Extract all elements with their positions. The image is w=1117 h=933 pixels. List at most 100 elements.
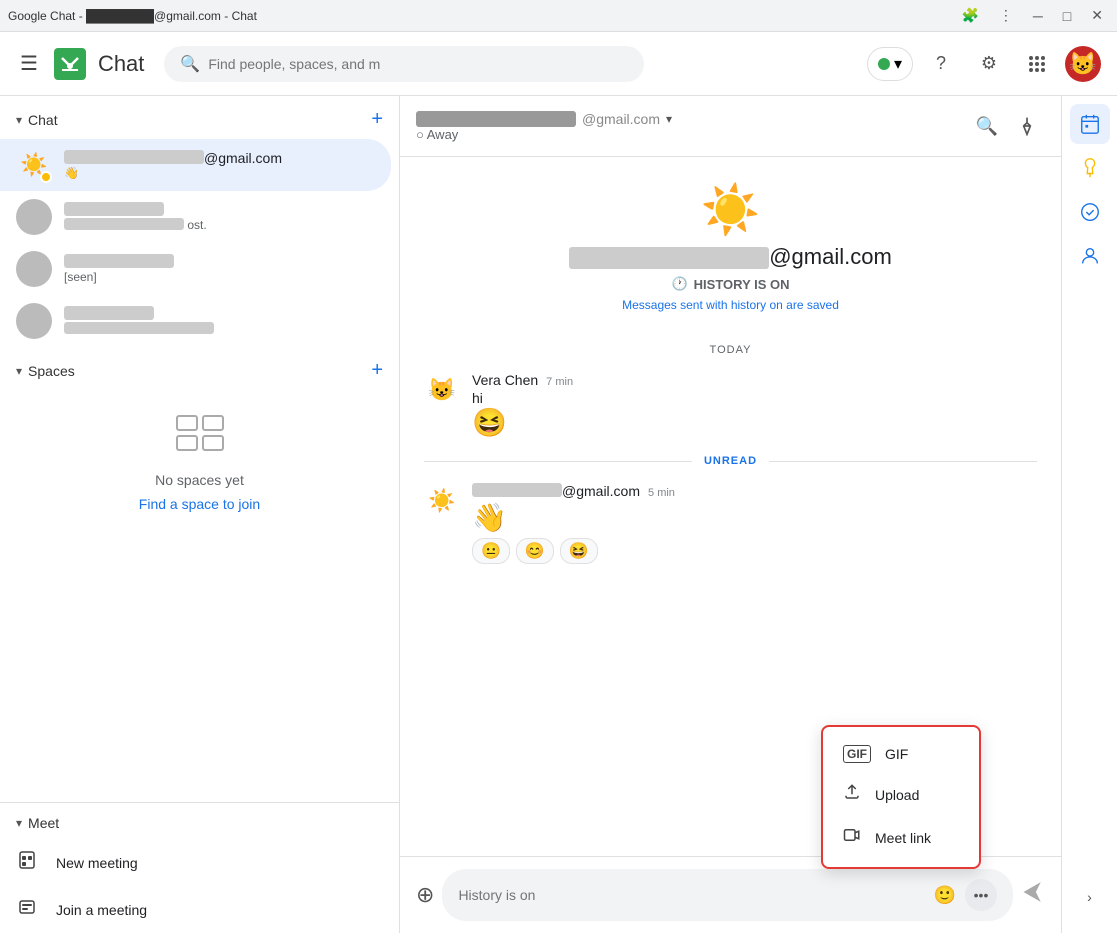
chat-item-preview	[64, 322, 375, 336]
chat-item-name: @gmail.com	[64, 150, 375, 166]
chat-item-avatar: ☀️	[16, 147, 52, 183]
chat-section-header[interactable]: ▾ Chat +	[0, 96, 399, 139]
join-meeting-label: Join a meeting	[56, 902, 147, 918]
meet-link-menu-item[interactable]: Meet link	[823, 816, 979, 859]
message-meta: Vera Chen 7 min	[472, 372, 1037, 388]
hamburger-menu-button[interactable]: ☰	[16, 47, 42, 80]
help-button[interactable]: ?	[921, 44, 961, 84]
more-options-button[interactable]: •••	[965, 879, 997, 911]
calendar-sidebar-button[interactable]	[1070, 104, 1110, 144]
emoji-button[interactable]: 🙂	[929, 879, 961, 911]
message-timestamp: 5 min	[648, 487, 675, 499]
chat-panel: @gmail.com ▾ ○ Away 🔍 ☀️ @gmail.com	[400, 96, 1061, 933]
chat-item-info: @gmail.com 👋	[64, 150, 375, 180]
titlebar: Google Chat - ████████@gmail.com - Chat …	[0, 0, 1117, 32]
chat-item-info: ost.	[64, 202, 375, 232]
sidebar: ▾ Chat + ☀️ @gmail.com 👋	[0, 96, 400, 933]
reaction-pill[interactable]: 😊	[516, 538, 554, 564]
settings-button[interactable]: ⚙	[969, 44, 1009, 84]
reaction-pill[interactable]: 😐	[472, 538, 510, 564]
chat-item-preview: ost.	[64, 218, 375, 232]
maximize-button[interactable]: □	[1057, 6, 1077, 26]
tasks-sidebar-button[interactable]	[1070, 192, 1110, 232]
reaction-pill[interactable]: 😆	[560, 538, 598, 564]
search-input[interactable]	[208, 56, 628, 72]
search-icon: 🔍	[180, 54, 200, 74]
chat-item-name	[64, 306, 375, 322]
chat-pin-button[interactable]	[1009, 108, 1045, 144]
titlebar-title: Google Chat - ████████@gmail.com - Chat	[8, 9, 257, 23]
chat-input-box: 🙂 •••	[442, 869, 1013, 921]
message-row: 😺 Vera Chen 7 min hi 😆	[424, 372, 1037, 439]
right-sidebar: ›	[1061, 96, 1117, 933]
meet-section-title: ▾ Meet	[16, 815, 59, 831]
puzzle-icon[interactable]: 🧩	[955, 5, 984, 26]
add-chat-button[interactable]: +	[371, 108, 383, 131]
upload-icon	[843, 783, 861, 806]
chat-item-info: [seen]	[64, 254, 375, 284]
meet-section-label: Meet	[28, 815, 59, 831]
meet-link-icon	[843, 826, 861, 849]
spaces-section: ▾ Spaces + No spaces yet Find a space to…	[0, 347, 399, 536]
history-subtext: Messages sent with history on are saved	[622, 298, 839, 312]
add-space-button[interactable]: +	[371, 359, 383, 382]
message-avatar: ☀️	[424, 483, 460, 519]
chat-search-button[interactable]: 🔍	[969, 108, 1005, 144]
status-button[interactable]: ▾	[867, 47, 913, 81]
join-meeting-item[interactable]: Join a meeting	[0, 886, 399, 933]
no-spaces-icon	[175, 414, 225, 464]
upload-menu-item[interactable]: Upload	[823, 773, 979, 816]
chat-status-label: ○ Away	[416, 127, 961, 142]
no-spaces-text: No spaces yet	[155, 472, 244, 488]
chat-header-name: @gmail.com ▾	[416, 111, 961, 127]
menu-icon[interactable]: ⋮	[993, 5, 1019, 26]
chat-header: @gmail.com ▾ ○ Away 🔍	[400, 96, 1061, 157]
message-avatar: 😺	[424, 372, 460, 408]
message-text: hi	[472, 390, 1037, 406]
spaces-section-header[interactable]: ▾ Spaces +	[0, 347, 399, 390]
input-actions: 🙂 •••	[929, 879, 997, 911]
chat-item[interactable]: ☀️ @gmail.com 👋	[0, 139, 391, 191]
keep-sidebar-button[interactable]	[1070, 148, 1110, 188]
chat-item-name	[64, 254, 375, 270]
message-input[interactable]	[458, 887, 929, 903]
search-bar[interactable]: 🔍	[164, 46, 644, 82]
chat-item-info	[64, 306, 375, 336]
close-button[interactable]: ✕	[1085, 5, 1109, 26]
chat-item[interactable]	[0, 295, 391, 347]
chat-item-preview: [seen]	[64, 270, 375, 284]
expand-right-button[interactable]: ›	[1070, 877, 1110, 917]
chat-item[interactable]: ost.	[0, 191, 391, 243]
user-avatar[interactable]: 😺	[1065, 46, 1101, 82]
unread-label: UNREAD	[704, 455, 757, 467]
new-meeting-label: New meeting	[56, 855, 138, 871]
today-divider: TODAY	[424, 344, 1037, 356]
no-spaces-panel: No spaces yet Find a space to join	[0, 390, 399, 536]
message-sender-name: @gmail.com	[472, 483, 640, 499]
message-timestamp: 7 min	[546, 376, 573, 388]
gif-menu-item[interactable]: GIF GIF	[823, 735, 979, 773]
spaces-section-label: Spaces	[28, 363, 75, 379]
titlebar-controls: 🧩 ⋮ ─ □ ✕	[955, 5, 1109, 26]
input-add-button[interactable]: ⊕	[416, 882, 434, 908]
header-actions: ▾ ? ⚙ 😺	[867, 44, 1101, 84]
avatar-emoji: 😺	[1069, 51, 1096, 77]
send-button[interactable]	[1021, 880, 1045, 910]
meet-section-header[interactable]: ▾ Meet	[0, 803, 399, 839]
new-meeting-item[interactable]: New meeting	[0, 839, 399, 886]
history-label: HISTORY IS ON	[694, 277, 790, 292]
chat-section-label: Chat	[28, 112, 58, 128]
chat-section-title: ▾ Chat	[16, 112, 58, 128]
upload-label: Upload	[875, 787, 919, 803]
chat-item-preview: 👋	[64, 166, 375, 180]
reaction-bar: 😐 😊 😆	[472, 538, 1037, 564]
chat-item[interactable]: [seen]	[0, 243, 391, 295]
message-sender-name: Vera Chen	[472, 372, 538, 388]
account-sidebar-button[interactable]	[1070, 236, 1110, 276]
message-content: Vera Chen 7 min hi 😆	[472, 372, 1037, 439]
gif-label: GIF	[885, 746, 908, 762]
chat-header-dropdown-icon[interactable]: ▾	[666, 112, 672, 126]
minimize-button[interactable]: ─	[1027, 6, 1049, 26]
apps-button[interactable]	[1017, 44, 1057, 84]
find-space-link[interactable]: Find a space to join	[139, 496, 260, 512]
